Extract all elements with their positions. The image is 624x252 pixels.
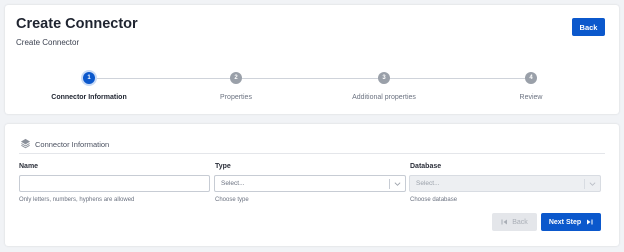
step-2-circle[interactable]: 2 (230, 72, 242, 84)
page-title: Create Connector (16, 16, 138, 32)
select-separator (389, 179, 390, 189)
step-4-circle[interactable]: 4 (525, 72, 537, 84)
step-2-label: Properties (220, 94, 252, 101)
database-label: Database (410, 163, 442, 170)
step-connector-line (389, 78, 529, 79)
step-1-label: Connector Information (51, 94, 127, 101)
name-help-text: Only letters, numbers, hyphens are allow… (19, 197, 135, 203)
chevron-down-icon (394, 182, 401, 186)
skip-forward-icon (587, 219, 593, 225)
chevron-down-icon (589, 182, 596, 186)
layers-icon (20, 138, 31, 149)
step-1-circle[interactable]: 1 (83, 72, 95, 84)
header-card: Create Connector Create Connector Back 1… (5, 5, 619, 114)
previous-step-label: Back (512, 218, 528, 226)
next-step-label: Next Step (548, 218, 582, 226)
name-label: Name (19, 163, 39, 170)
database-select[interactable]: Select... (409, 175, 601, 192)
form-card: Connector Information Name Only letters,… (5, 124, 619, 246)
step-connector-line (96, 78, 235, 79)
section-header: Connector Information (19, 138, 605, 154)
breadcrumb: Create Connector (16, 38, 80, 47)
type-select[interactable]: Select... (214, 175, 406, 192)
select-separator (584, 179, 585, 189)
type-select-value: Select... (221, 180, 245, 187)
step-4-label: Review (519, 94, 543, 101)
step-3-circle[interactable]: 3 (378, 72, 390, 84)
database-select-value: Select... (416, 180, 440, 187)
step-connector-line (242, 78, 382, 79)
skip-back-icon (501, 219, 508, 225)
type-label: Type (215, 163, 231, 170)
database-help-text: Choose database (410, 197, 458, 203)
step-3-label: Additional properties (352, 94, 416, 101)
section-title: Connector Information (35, 140, 110, 149)
previous-step-button[interactable]: Back (492, 213, 537, 231)
name-input[interactable] (19, 175, 210, 192)
back-button[interactable]: Back (572, 18, 605, 36)
next-step-button[interactable]: Next Step (541, 213, 601, 231)
type-help-text: Choose type (215, 197, 249, 203)
